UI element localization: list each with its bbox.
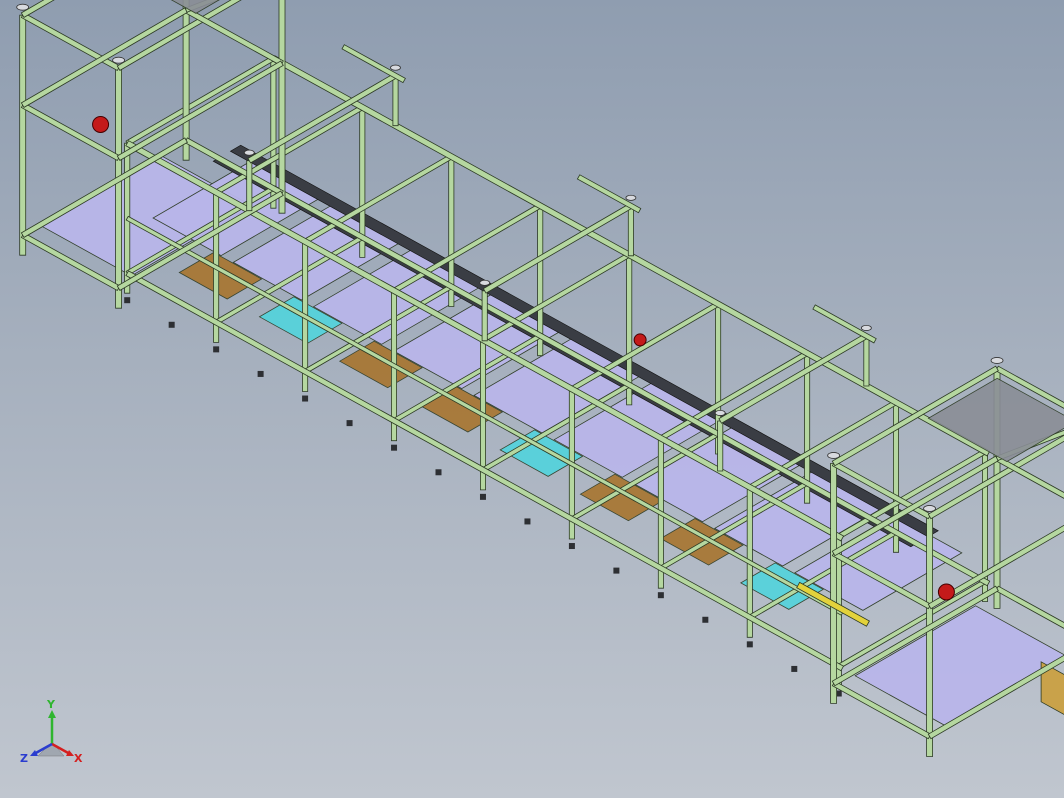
mount-bracket-icon xyxy=(479,279,491,286)
orientation-triad: Y X Z xyxy=(20,700,83,765)
tower-beam xyxy=(995,455,1064,499)
sensor-marker-icon xyxy=(633,333,647,347)
conveyor-assembly-model[interactable] xyxy=(0,0,1064,798)
tower-post xyxy=(926,516,933,757)
mount-bracket-icon xyxy=(827,452,841,459)
foot-icon xyxy=(568,543,575,550)
foot-icon xyxy=(524,518,531,525)
tower-beam xyxy=(20,7,188,108)
tower-beam xyxy=(20,12,121,72)
tower-beam xyxy=(184,7,284,67)
mount-bracket-icon xyxy=(243,149,255,156)
tower-post xyxy=(278,0,286,214)
mount-bracket-icon xyxy=(923,505,936,512)
foot-icon xyxy=(257,370,264,377)
foot-icon xyxy=(746,641,753,648)
mount-bracket-icon xyxy=(16,3,30,11)
x-axis-label: X xyxy=(74,752,83,765)
tower-post xyxy=(182,0,190,161)
gantry-post xyxy=(246,160,253,212)
gantry-beam xyxy=(576,174,642,214)
frame-rail-mid xyxy=(125,215,844,616)
mount-bracket-icon xyxy=(990,357,1004,364)
foot-icon xyxy=(124,297,131,304)
motor-icon xyxy=(937,583,955,601)
tower-post xyxy=(115,67,122,309)
motor-icon xyxy=(92,115,110,133)
gantry-post xyxy=(717,420,724,472)
foot-icon xyxy=(657,592,664,599)
gantry-beam xyxy=(812,304,877,344)
foot-icon xyxy=(213,346,220,353)
foot-icon xyxy=(435,469,442,476)
y-axis-arrow-head xyxy=(48,710,56,718)
tower-post xyxy=(19,14,27,256)
foot-icon xyxy=(391,444,398,451)
foot-icon xyxy=(346,420,353,427)
mount-bracket-icon xyxy=(714,409,726,416)
mount-bracket-icon xyxy=(860,324,872,331)
gantry-post xyxy=(392,75,399,127)
frame-crossbar xyxy=(125,55,276,146)
tower-beam xyxy=(20,102,121,162)
foot-icon xyxy=(479,493,486,500)
gantry-beam xyxy=(341,44,406,84)
foot-icon xyxy=(302,395,309,402)
y-axis-label: Y xyxy=(46,700,56,711)
mount-bracket-icon xyxy=(390,64,401,71)
z-axis-label: Z xyxy=(20,752,28,765)
gantry-post xyxy=(627,205,634,257)
gantry-post xyxy=(863,335,870,387)
foot-icon xyxy=(168,321,175,328)
end-module-bottom-plate xyxy=(854,605,1064,727)
gantry-post xyxy=(481,290,488,342)
mount-bracket-icon xyxy=(112,56,125,64)
foot-icon xyxy=(613,567,620,574)
foot-icon xyxy=(702,616,709,623)
tower-beam xyxy=(20,0,55,18)
cad-viewport[interactable]: Y X Z xyxy=(0,0,1064,798)
foot-icon xyxy=(791,665,798,672)
mount-bracket-icon xyxy=(625,194,637,201)
tower-post xyxy=(830,462,837,704)
